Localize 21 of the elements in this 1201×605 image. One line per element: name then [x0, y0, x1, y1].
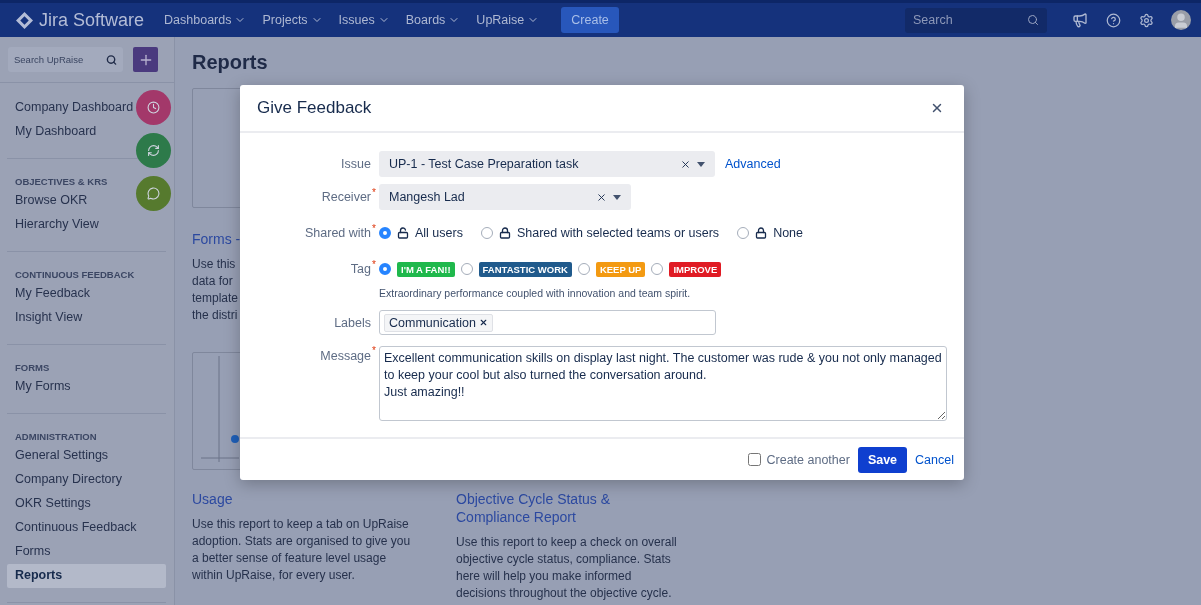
required-asterisk: * [372, 187, 376, 198]
report-description: Use this report to keep a tab on UpRaise adoption. Stats are organised to give you a better sense of feature level usage within UpRaise, for every user. [192, 516, 411, 584]
report-description: Use this report to keep a check on overall objective cycle status, compliance. Stats here will help you make informed decisions throughout the objective cycle. [456, 534, 677, 602]
required-asterisk: * [372, 259, 376, 270]
required-asterisk: * [372, 345, 376, 356]
field-label: Issue [341, 157, 371, 171]
section-heading: CONTINUOUS FEEDBACK [14, 268, 136, 282]
page-title: Reports [192, 51, 269, 74]
tag-badge: KEEP UP [595, 261, 646, 277]
report-description: Use this data for template the distri [192, 256, 239, 324]
section-heading: ADMINISTRATION [14, 430, 98, 444]
tag-hint: Extraordinary performance coupled with innovation and team spirit. [379, 287, 692, 299]
tag-badge: I'M A FAN!! [397, 261, 455, 277]
dialog-title: Give Feedback [257, 98, 372, 118]
app-name: Jira Software [39, 9, 145, 31]
section-heading: FORMS [14, 361, 51, 375]
field-label: Labels [334, 314, 371, 330]
tag-badge: FANTASTIC WORK [478, 261, 572, 277]
required-asterisk: * [372, 223, 376, 234]
tag-badge: IMPROVE [669, 261, 722, 277]
section-heading: OBJECTIVES & KRS [14, 175, 109, 189]
